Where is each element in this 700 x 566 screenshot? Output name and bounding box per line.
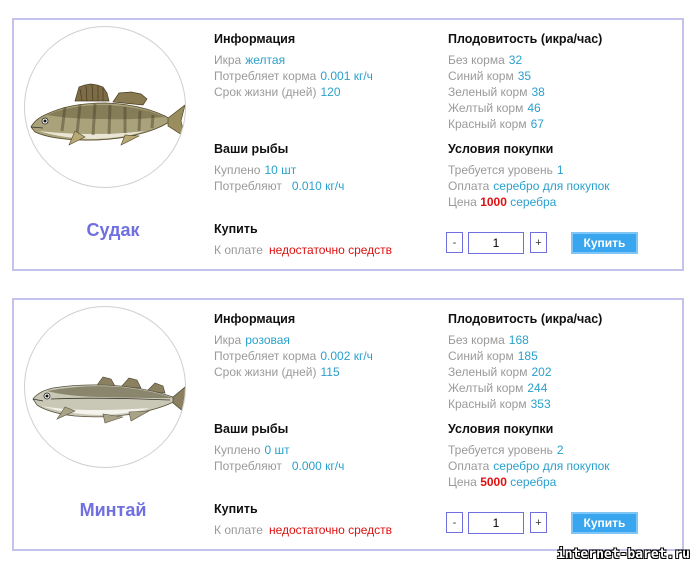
buy-heading: Купить bbox=[214, 502, 258, 516]
feed-label: Потребляет корма bbox=[214, 349, 317, 363]
conditions-heading: Условия покупки bbox=[448, 142, 554, 156]
no-feed-value: 32 bbox=[508, 53, 523, 67]
zander-fish-image bbox=[30, 83, 185, 146]
level-label: Требуется уровень bbox=[448, 443, 553, 457]
increase-button[interactable]: + bbox=[530, 232, 547, 253]
price-label: Цена bbox=[448, 195, 477, 209]
decrease-button[interactable]: - bbox=[446, 232, 463, 253]
red-feed-value: 353 bbox=[530, 397, 551, 411]
feed-value: 0.001 кг/ч bbox=[320, 69, 373, 83]
your-fish-heading: Ваши рыбы bbox=[214, 142, 289, 156]
to-pay-value: недостаточно средств bbox=[268, 523, 393, 537]
quantity-input[interactable] bbox=[468, 232, 524, 254]
info-section: Информация Икра розовая Потребляет корма 0… bbox=[214, 312, 373, 380]
life-value: 120 bbox=[320, 85, 341, 99]
info-section: Информация Икра желтая Потребляет корма 0.… bbox=[214, 32, 373, 100]
blue-feed-value: 185 bbox=[517, 349, 538, 363]
level-value: 2 bbox=[556, 443, 564, 457]
fish-image-frame bbox=[24, 306, 186, 468]
fish-card-sudak: Судак Информация Икра желтая Потребляет к… bbox=[12, 18, 684, 271]
roe-label: Икра bbox=[214, 333, 242, 347]
life-value: 115 bbox=[320, 365, 340, 379]
fertility-section: Плодовитость (икра/час) Без корма 168 Син… bbox=[448, 312, 602, 412]
bought-value: 10 шт bbox=[264, 163, 297, 177]
fish-name: Судак bbox=[86, 220, 140, 240]
yellow-feed-label: Желтый корм bbox=[448, 381, 524, 395]
buy-section: Купить К оплате недостаточно средств bbox=[214, 502, 392, 538]
consume-label: Потребляют bbox=[214, 459, 282, 473]
roe-value: розовая bbox=[245, 333, 290, 347]
red-feed-value: 67 bbox=[530, 117, 544, 131]
no-feed-value: 168 bbox=[508, 333, 529, 347]
fertility-section: Плодовитость (икра/час) Без корма 32 Сини… bbox=[448, 32, 602, 132]
conditions-section: Условия покупки Требуется уровень 2 Оплат… bbox=[448, 422, 610, 490]
increase-button[interactable]: + bbox=[530, 512, 547, 533]
consume-value: 0.010 кг/ч bbox=[291, 179, 345, 193]
your-fish-section: Ваши рыбы Куплено 0 шт Потребляют 0.000 кг… bbox=[214, 422, 344, 474]
fish-name: Минтай bbox=[79, 500, 147, 520]
payment-value: серебро для покупок bbox=[493, 459, 610, 473]
buy-heading: Купить bbox=[214, 222, 258, 236]
buy-button[interactable]: Купить bbox=[571, 232, 638, 254]
life-label: Срок жизни (дней) bbox=[214, 365, 317, 379]
fertility-heading: Плодовитость (икра/час) bbox=[448, 312, 603, 326]
buy-button[interactable]: Купить bbox=[571, 512, 638, 534]
info-heading: Информация bbox=[214, 312, 296, 326]
payment-value: серебро для покупок bbox=[493, 179, 610, 193]
feed-label: Потребляет корма bbox=[214, 69, 317, 83]
yellow-feed-label: Желтый корм bbox=[448, 101, 524, 115]
green-feed-value: 38 bbox=[531, 85, 545, 99]
payment-label: Оплата bbox=[448, 179, 490, 193]
blue-feed-label: Синий корм bbox=[448, 69, 514, 83]
no-feed-label: Без корма bbox=[448, 333, 505, 347]
info-heading: Информация bbox=[214, 32, 296, 46]
red-feed-label: Красный корм bbox=[448, 117, 527, 131]
level-value: 1 bbox=[556, 163, 564, 177]
your-fish-section: Ваши рыбы Куплено 10 шт Потребляют 0.010 к… bbox=[214, 142, 344, 194]
yellow-feed-value: 244 bbox=[527, 381, 548, 395]
feed-value: 0.002 кг/ч bbox=[320, 349, 373, 363]
green-feed-label: Зеленый корм bbox=[448, 85, 528, 99]
level-label: Требуется уровень bbox=[448, 163, 553, 177]
decrease-button[interactable]: - bbox=[446, 512, 463, 533]
pollock-fish-image bbox=[32, 376, 185, 424]
conditions-section: Условия покупки Требуется уровень 1 Оплат… bbox=[448, 142, 610, 210]
roe-value: желтая bbox=[245, 53, 286, 67]
price-label: Цена bbox=[448, 475, 477, 489]
site-watermark: internet-baret.ru bbox=[556, 547, 690, 562]
no-feed-label: Без корма bbox=[448, 53, 505, 67]
to-pay-label: К оплате bbox=[214, 243, 263, 257]
fertility-heading: Плодовитость (икра/час) bbox=[448, 32, 603, 46]
blue-feed-value: 35 bbox=[517, 69, 532, 83]
bought-value: 0 шт bbox=[264, 443, 290, 457]
price-currency: серебра bbox=[510, 475, 557, 489]
buy-section: Купить К оплате недостаточно средств bbox=[214, 222, 392, 258]
roe-label: Икра bbox=[214, 53, 242, 67]
consume-value: 0.000 кг/ч bbox=[291, 459, 345, 473]
price-currency: серебра bbox=[510, 195, 557, 209]
fish-card-mintai: Минтай Информация Икра розовая Потребляет… bbox=[12, 298, 684, 551]
price-value: 1000 bbox=[480, 195, 507, 209]
yellow-feed-value: 46 bbox=[527, 101, 541, 115]
to-pay-value: недостаточно средств bbox=[268, 243, 393, 257]
bought-label: Куплено bbox=[214, 443, 261, 457]
fish-image-frame bbox=[24, 26, 186, 188]
bought-label: Куплено bbox=[214, 163, 261, 177]
life-label: Срок жизни (дней) bbox=[214, 85, 317, 99]
your-fish-heading: Ваши рыбы bbox=[214, 422, 289, 436]
green-feed-label: Зеленый корм bbox=[448, 365, 528, 379]
green-feed-value: 202 bbox=[531, 365, 552, 379]
quantity-input[interactable] bbox=[468, 512, 524, 534]
red-feed-label: Красный корм bbox=[448, 397, 527, 411]
conditions-heading: Условия покупки bbox=[448, 422, 554, 436]
price-value: 5000 bbox=[480, 475, 507, 489]
payment-label: Оплата bbox=[448, 459, 490, 473]
consume-label: Потребляют bbox=[214, 179, 282, 193]
to-pay-label: К оплате bbox=[214, 523, 263, 537]
blue-feed-label: Синий корм bbox=[448, 349, 514, 363]
